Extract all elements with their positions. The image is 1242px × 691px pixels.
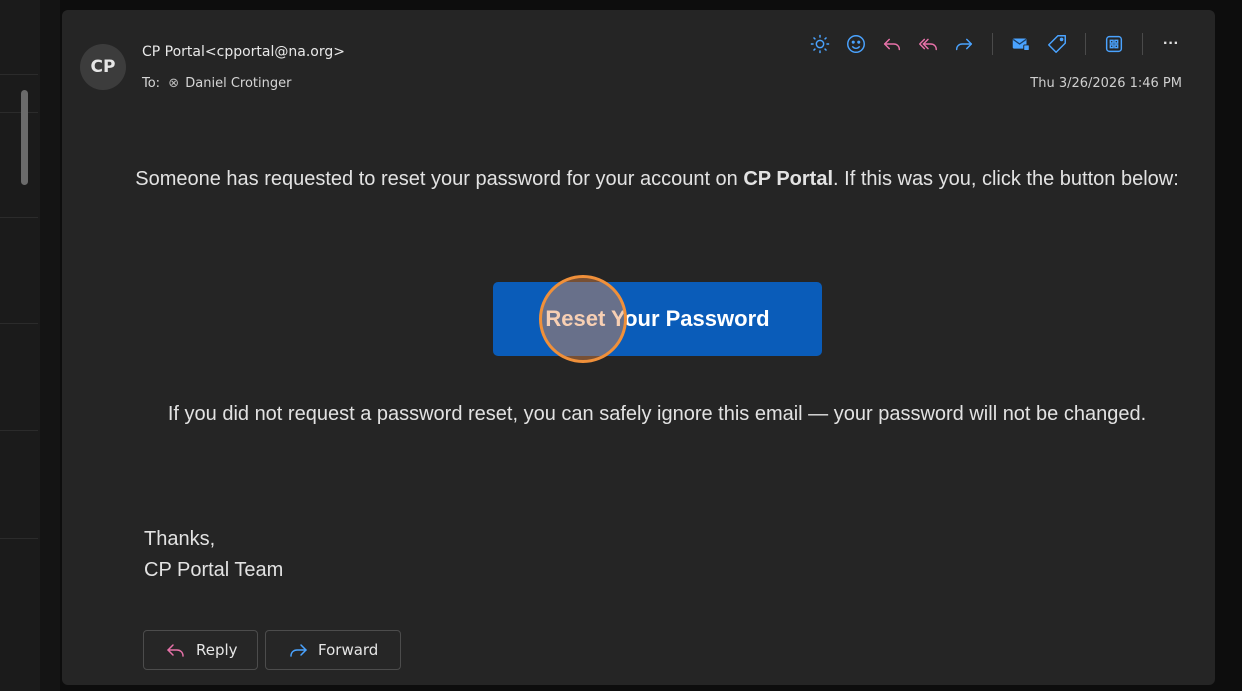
divider [0,74,38,75]
signoff: Thanks, CP Portal Team [144,524,283,586]
signoff-thanks: Thanks, [144,528,216,550]
divider [0,430,38,431]
reply-all-icon[interactable] [914,30,942,58]
intro-text: Someone has requested to reset your pass… [135,168,744,190]
smiley-icon[interactable] [842,30,870,58]
reply-label: Reply [196,641,238,659]
reading-pane: CP CP Portal<cpportal@na.org> To: ⊗ Dani… [62,10,1215,685]
sender-address[interactable]: CP Portal<cpportal@na.org> [142,44,345,60]
folder-pane [0,0,41,691]
toolbar-divider [1142,33,1143,55]
reply-button[interactable]: Reply [143,630,258,670]
sun-icon[interactable] [806,30,834,58]
scrollbar-thumb[interactable] [21,90,28,185]
pane-gutter [40,0,60,691]
forward-label: Forward [318,641,379,659]
intro-paragraph: Someone has requested to reset your pass… [132,164,1182,195]
reset-password-button[interactable]: Reset Your Password [493,282,822,356]
mark-mail-icon[interactable] [1007,30,1035,58]
signoff-team: CP Portal Team [144,559,284,581]
toolbar-divider [992,33,993,55]
intro-brand: CP Portal [743,168,834,190]
reply-icon [167,644,184,657]
forward-icon [290,644,307,657]
sender-avatar[interactable]: CP [80,44,126,90]
tag-icon[interactable] [1043,30,1071,58]
recipient-name[interactable]: Daniel Crotinger [185,76,291,91]
forward-icon[interactable] [950,30,978,58]
recipient-status-icon: ⊗ [168,76,180,91]
reply-icon[interactable] [878,30,906,58]
toolbar-divider [1085,33,1086,55]
divider [0,217,38,218]
message-timestamp: Thu 3/26/2026 1:46 PM [1030,76,1182,91]
to-label: To: [142,76,161,91]
message-toolbar: ··· [798,30,1185,58]
divider [0,112,38,113]
more-icon[interactable]: ··· [1157,30,1185,58]
apps-icon[interactable] [1100,30,1128,58]
recipient-line: To: ⊗ Daniel Crotinger [142,76,291,91]
divider [0,538,38,539]
forward-button[interactable]: Forward [265,630,401,670]
notice-paragraph: If you did not request a password reset,… [167,403,1147,425]
divider [0,323,38,324]
intro-text-end: . If this was you, click the button belo… [833,168,1179,190]
